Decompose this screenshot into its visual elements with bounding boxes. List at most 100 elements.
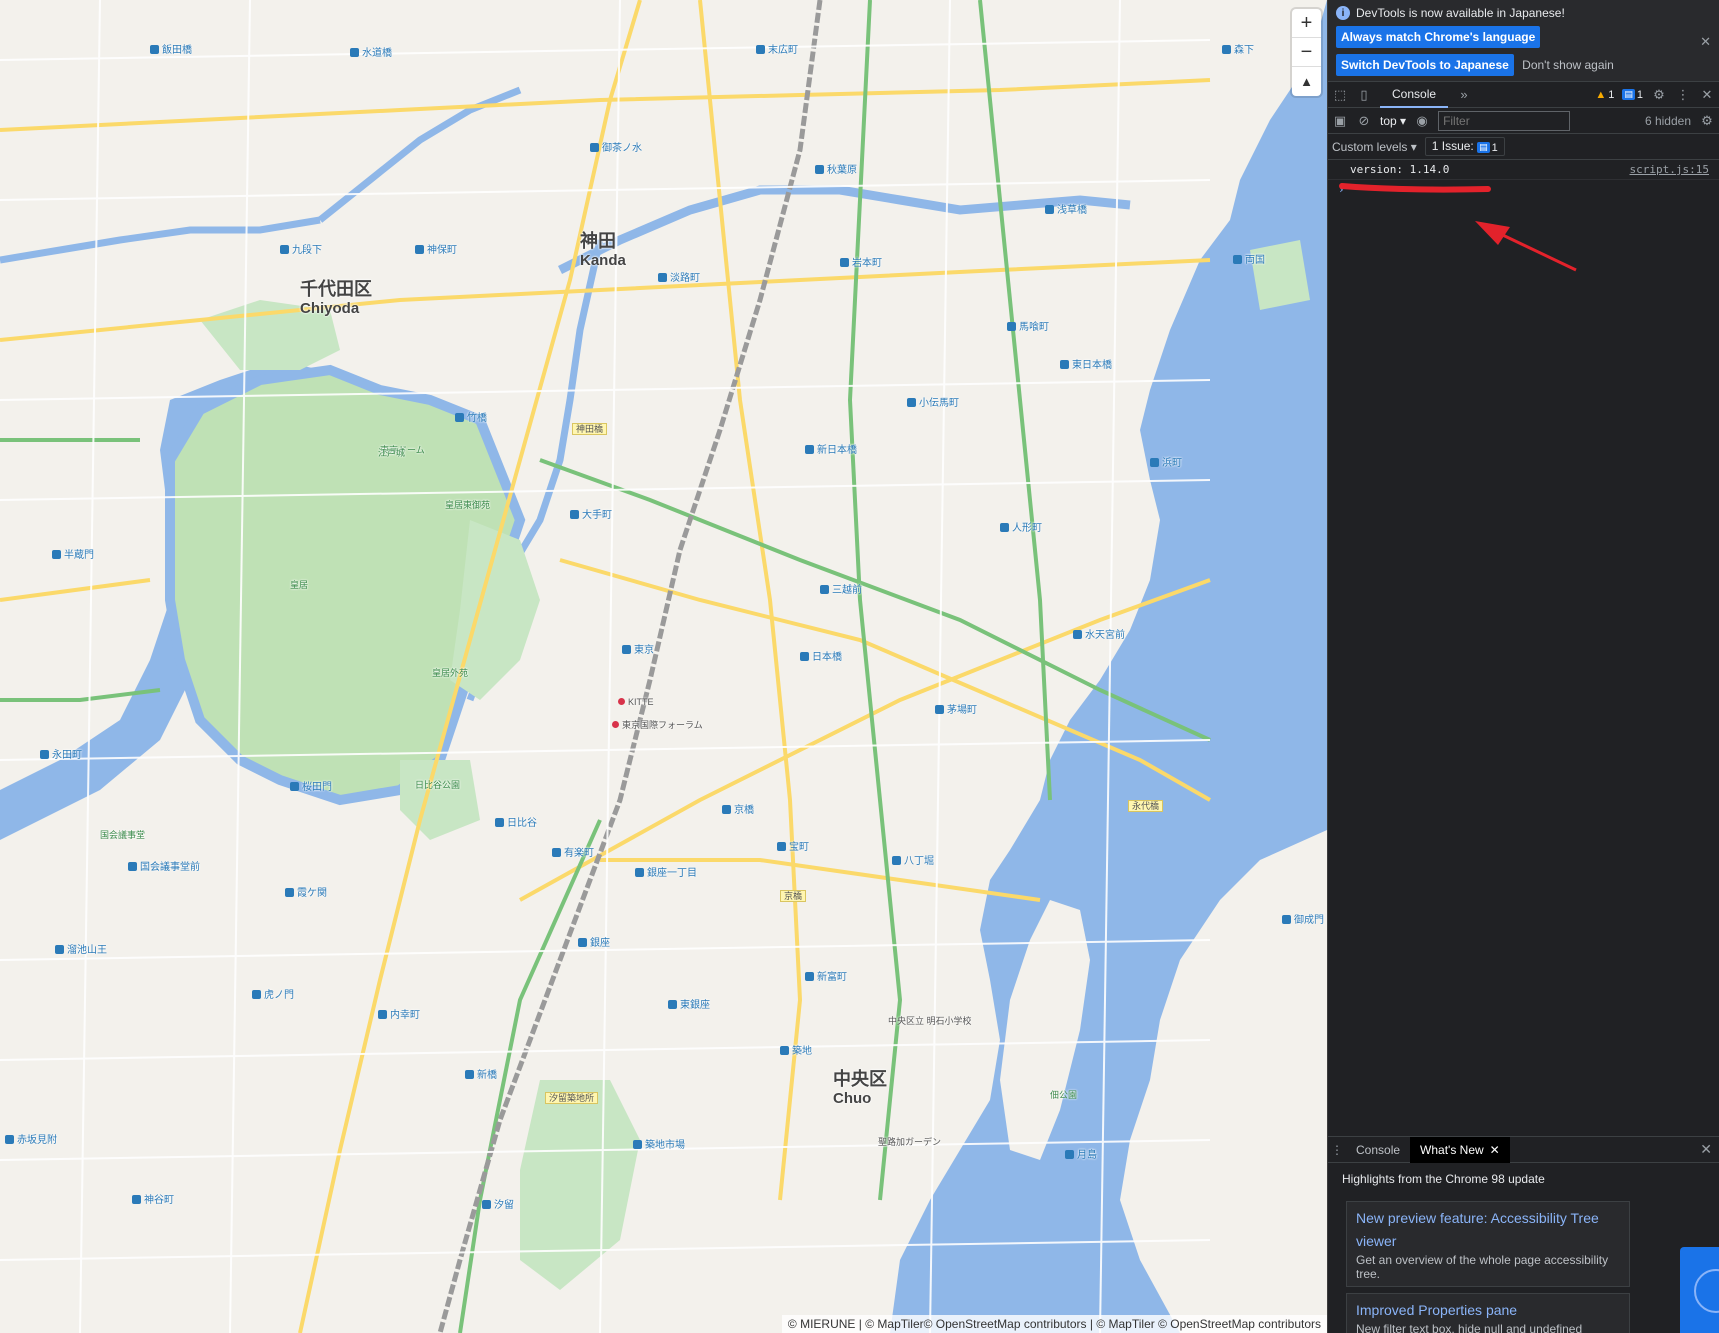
- station-label[interactable]: 溜池山王: [55, 945, 107, 956]
- switch-language-button[interactable]: Switch DevTools to Japanese: [1336, 54, 1514, 76]
- station-label[interactable]: 新富町: [805, 972, 847, 983]
- log-levels-dropdown[interactable]: Custom levels ▾: [1332, 140, 1417, 154]
- station-label[interactable]: 茅場町: [935, 705, 977, 716]
- poi-label[interactable]: 皇居外苑: [432, 668, 468, 678]
- poi-label[interactable]: 国会議事堂: [100, 830, 145, 840]
- station-label[interactable]: 神谷町: [132, 1195, 174, 1206]
- station-label[interactable]: 両国: [1233, 255, 1265, 266]
- station-label[interactable]: 飯田橋: [150, 45, 192, 56]
- devtools-drawer: ⋮ Console What's New ✕ ✕ Highlights from…: [1328, 1136, 1719, 1333]
- station-label[interactable]: 馬喰町: [1007, 322, 1049, 333]
- station-label[interactable]: 虎ノ門: [252, 990, 294, 1001]
- station-label[interactable]: 半蔵門: [52, 550, 94, 561]
- sidebar-toggle-icon[interactable]: ▣: [1332, 113, 1348, 129]
- eye-icon[interactable]: ◉: [1414, 113, 1430, 129]
- poi-label[interactable]: 皇居: [290, 580, 308, 590]
- station-label[interactable]: 日比谷: [495, 818, 537, 829]
- context-selector[interactable]: top ▾: [1380, 114, 1406, 128]
- station-label[interactable]: 銀座: [578, 938, 610, 949]
- station-label[interactable]: 桜田門: [290, 782, 332, 793]
- card-title[interactable]: Improved Properties pane: [1356, 1299, 1620, 1322]
- close-drawer-icon[interactable]: ✕: [1700, 1141, 1712, 1158]
- station-label[interactable]: 有楽町: [552, 848, 594, 859]
- station-label[interactable]: 八丁堀: [892, 856, 934, 867]
- console-log[interactable]: version: 1.14.0 script.js:15 ›: [1328, 160, 1719, 1020]
- gear-icon[interactable]: ⚙: [1699, 113, 1715, 129]
- issues-chip[interactable]: 1 Issue: ▤ 1: [1424, 137, 1505, 156]
- station-label[interactable]: 森下: [1222, 45, 1254, 56]
- station-label[interactable]: 竹橋: [455, 413, 487, 424]
- poi-label[interactable]: 東京国際フォーラム: [612, 720, 703, 730]
- station-label[interactable]: 東京: [622, 645, 654, 656]
- station-label[interactable]: 国会議事堂前: [128, 862, 200, 873]
- station-label[interactable]: 水天宮前: [1073, 630, 1125, 641]
- poi-label[interactable]: KITTE: [618, 697, 654, 707]
- station-label[interactable]: 岩本町: [840, 258, 882, 269]
- station-label[interactable]: 内幸町: [378, 1010, 420, 1021]
- station-label[interactable]: 霞ケ関: [285, 888, 327, 899]
- device-toolbar-icon[interactable]: ▯: [1356, 87, 1372, 103]
- station-label[interactable]: 新日本橋: [805, 445, 857, 456]
- station-label[interactable]: 御茶ノ水: [590, 143, 642, 154]
- close-icon[interactable]: ✕: [1700, 34, 1711, 50]
- info-badge[interactable]: ▤ 1: [1622, 89, 1643, 101]
- station-label[interactable]: 御成門: [1282, 915, 1324, 926]
- card-description: Get an overview of the whole page access…: [1356, 1253, 1609, 1281]
- poi-label[interactable]: 皇居東御苑: [445, 500, 490, 510]
- station-label[interactable]: 末広町: [756, 45, 798, 56]
- zoom-out-button[interactable]: −: [1292, 38, 1321, 67]
- drawer-tab-whats-new[interactable]: What's New ✕: [1410, 1136, 1510, 1163]
- tab-console[interactable]: Console: [1380, 81, 1449, 108]
- zoom-in-button[interactable]: +: [1292, 9, 1321, 38]
- compass-button[interactable]: ▲: [1292, 67, 1321, 96]
- drawer-tab-console[interactable]: Console: [1346, 1137, 1410, 1163]
- station-label[interactable]: 淡路町: [658, 273, 700, 284]
- poi-label[interactable]: 江戸城: [378, 448, 405, 458]
- station-label[interactable]: 京橋: [722, 805, 754, 816]
- whats-new-card[interactable]: New preview feature: Accessibility Tree …: [1346, 1201, 1630, 1287]
- station-label[interactable]: 水道橋: [350, 48, 392, 59]
- station-label[interactable]: 宝町: [777, 842, 809, 853]
- station-label[interactable]: 新橋: [465, 1070, 497, 1081]
- poi-label[interactable]: 日比谷公園: [415, 780, 460, 790]
- station-label[interactable]: 銀座一丁目: [635, 868, 697, 879]
- station-label[interactable]: 浜町: [1150, 458, 1182, 469]
- clear-console-icon[interactable]: ⊘: [1356, 113, 1372, 129]
- inspect-element-icon[interactable]: ⬚: [1332, 87, 1348, 103]
- station-label[interactable]: 人形町: [1000, 523, 1042, 534]
- station-label[interactable]: 九段下: [280, 245, 322, 256]
- map-canvas[interactable]: 千代田区 Chiyoda 神田 Kanda 中央区 Chuo 水道橋 飯田橋 九段下 …: [0, 0, 1327, 1333]
- station-label[interactable]: 小伝馬町: [907, 398, 959, 409]
- poi-label[interactable]: 佃公園: [1050, 1090, 1077, 1100]
- warnings-badge[interactable]: ▲ 1: [1595, 89, 1614, 101]
- station-label[interactable]: 神保町: [415, 245, 457, 256]
- station-label[interactable]: 三越前: [820, 585, 862, 596]
- more-tabs-icon[interactable]: »: [1456, 87, 1472, 103]
- map-attribution[interactable]: © MIERUNE | © MapTiler© OpenStreetMap co…: [781, 1315, 1327, 1333]
- station-label[interactable]: 東銀座: [668, 1000, 710, 1011]
- station-label[interactable]: 永田町: [40, 750, 82, 761]
- dont-show-again-button[interactable]: Don't show again: [1517, 54, 1619, 76]
- station-label[interactable]: 日本橋: [800, 652, 842, 663]
- station-label[interactable]: 築地市場: [633, 1140, 685, 1151]
- match-language-button[interactable]: Always match Chrome's language: [1336, 26, 1541, 48]
- station-label[interactable]: 東日本橋: [1060, 360, 1112, 371]
- station-label[interactable]: 月島: [1065, 1150, 1097, 1161]
- station-label[interactable]: 大手町: [570, 510, 612, 521]
- warning-icon: ▲: [1595, 88, 1607, 101]
- station-label[interactable]: 赤坂見附: [5, 1135, 57, 1146]
- close-icon[interactable]: ✕: [1699, 87, 1715, 103]
- station-label[interactable]: 秋葉原: [815, 165, 857, 176]
- poi-label[interactable]: 中央区立 明石小学校: [888, 1016, 972, 1026]
- station-label[interactable]: 築地: [780, 1046, 812, 1057]
- whats-new-card[interactable]: Improved Properties pane New filter text…: [1346, 1293, 1630, 1333]
- station-label[interactable]: 汐留: [482, 1200, 514, 1211]
- card-title[interactable]: New preview feature: Accessibility Tree …: [1356, 1207, 1620, 1253]
- drawer-menu-icon[interactable]: ⋮: [1328, 1143, 1346, 1157]
- filter-input[interactable]: [1438, 110, 1571, 131]
- station-label[interactable]: 浅草橋: [1045, 205, 1087, 216]
- gear-icon[interactable]: ⚙: [1651, 87, 1667, 103]
- poi-label[interactable]: 聖路加ガーデン: [878, 1137, 941, 1147]
- kebab-menu-icon[interactable]: ⋮: [1675, 87, 1691, 103]
- close-tab-icon[interactable]: ✕: [1490, 1143, 1500, 1157]
